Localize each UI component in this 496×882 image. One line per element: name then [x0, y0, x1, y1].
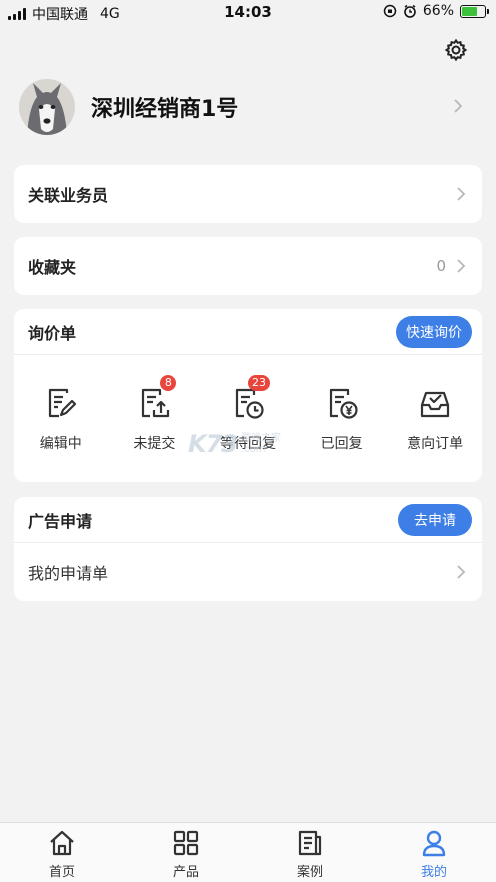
- favorites-label: 收藏夹: [28, 258, 77, 277]
- my-applications-right: [456, 564, 466, 580]
- inquiry-awaiting-reply[interactable]: 23 等待回复: [206, 375, 290, 481]
- inquiry-item-label: 未提交: [133, 436, 176, 452]
- apply-button[interactable]: 去申请: [398, 503, 472, 536]
- tab-home[interactable]: 首页: [0, 823, 124, 882]
- ad-title: 广告申请: [28, 511, 93, 531]
- tab-mine[interactable]: 我的: [372, 823, 496, 882]
- inquiry-card: 询价单 快速询价 编辑中 8 未提交 23 等待回复 已回复 意向订单: [14, 309, 482, 482]
- inquiry-editing[interactable]: 编辑中: [19, 385, 103, 481]
- chevron-right-icon: [457, 187, 466, 201]
- favorites-count: 0: [436, 257, 446, 275]
- status-right: 66%: [383, 3, 489, 19]
- profile-name: 深圳经销商1号: [91, 97, 239, 122]
- status-bar: 中国联通 4G 14:03 66%: [0, 0, 496, 24]
- inquiry-intent-order[interactable]: 意向订单: [393, 385, 477, 481]
- inquiry-title: 询价单: [28, 323, 77, 343]
- chevron-right-icon: [454, 99, 463, 113]
- tab-label: 案例: [296, 865, 323, 880]
- avatar[interactable]: [19, 79, 75, 135]
- battery-percent: 66%: [422, 3, 454, 19]
- agent-row[interactable]: 关联业务员: [14, 165, 482, 223]
- inquiry-item-label: 等待回复: [219, 436, 276, 452]
- awaiting-reply-badge: 23: [247, 375, 270, 391]
- chevron-right-icon: [457, 565, 466, 579]
- alarm-icon: [404, 4, 416, 18]
- ad-application-card: 广告申请 去申请 我的申请单: [14, 497, 482, 601]
- my-applications-row[interactable]: 我的申请单: [14, 543, 482, 601]
- my-applications-label: 我的申请单: [28, 564, 109, 583]
- agent-row-right: [456, 186, 466, 202]
- unsubmitted-badge: 8: [160, 375, 177, 391]
- agent-label: 关联业务员: [28, 186, 109, 205]
- profile-row[interactable]: 深圳经销商1号: [19, 78, 479, 136]
- document-icon: [298, 830, 322, 856]
- battery-icon: [460, 4, 489, 18]
- inbox-check-icon: [421, 391, 450, 418]
- tab-label: 首页: [48, 865, 75, 880]
- bottom-tab-bar: 首页 产品 案例 我的: [0, 822, 496, 882]
- chevron-right-icon: [457, 259, 466, 273]
- inquiry-item-label: 意向订单: [407, 436, 464, 452]
- tab-products[interactable]: 产品: [124, 823, 248, 882]
- tab-label: 产品: [172, 865, 199, 880]
- rotation-lock-icon: [383, 4, 397, 18]
- inquiry-header: 询价单 快速询价: [14, 309, 482, 355]
- tab-label: 我的: [420, 865, 447, 880]
- user-icon: [422, 830, 446, 857]
- inquiry-replied[interactable]: 已回复: [300, 385, 384, 481]
- inquiry-unsubmitted[interactable]: 8 未提交: [112, 375, 196, 481]
- favorites-row[interactable]: 收藏夹 0: [14, 237, 482, 295]
- inquiry-status-grid: 编辑中 8 未提交 23 等待回复 已回复 意向订单: [14, 355, 482, 481]
- favorites-row-right: 0: [436, 257, 466, 275]
- inquiry-item-label: 编辑中: [39, 436, 82, 452]
- favorites-card: 收藏夹 0: [14, 237, 482, 295]
- agent-card: 关联业务员: [14, 165, 482, 223]
- ad-header: 广告申请 去申请: [14, 497, 482, 543]
- document-yen-icon: [329, 388, 358, 419]
- quick-inquiry-button[interactable]: 快速询价: [396, 315, 472, 348]
- document-edit-icon: [48, 388, 76, 418]
- gear-icon[interactable]: [444, 38, 468, 62]
- tab-cases[interactable]: 案例: [248, 823, 372, 882]
- inquiry-item-label: 已回复: [320, 436, 363, 452]
- grid-icon: [173, 830, 199, 856]
- home-icon: [50, 830, 74, 856]
- husky-avatar-image: [19, 79, 75, 135]
